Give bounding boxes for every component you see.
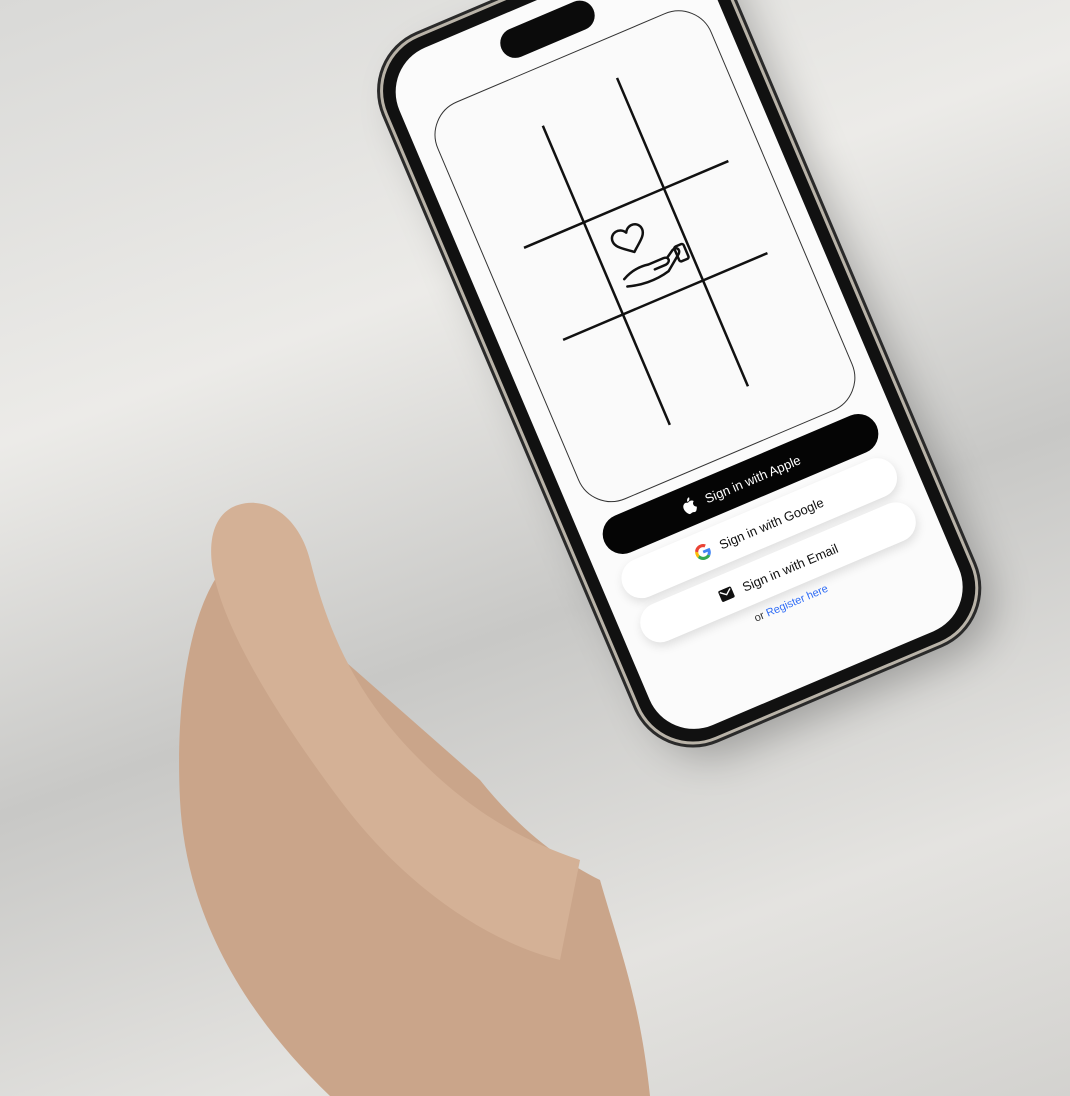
photo-scene: Sign in with Apple Sign in with Google S… xyxy=(0,0,1070,1096)
thumb-overlay xyxy=(211,502,580,960)
